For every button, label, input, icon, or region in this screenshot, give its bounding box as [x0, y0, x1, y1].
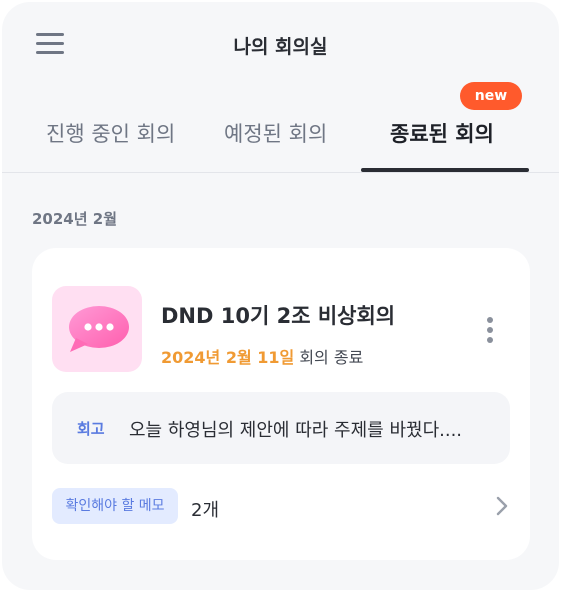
header: 나의 회의실: [2, 2, 559, 86]
meeting-end-label: 회의 종료: [294, 348, 364, 367]
meeting-date: 2024년 2월 11일: [161, 348, 295, 367]
meeting-thumbnail: [52, 286, 142, 372]
chevron-right-icon[interactable]: [494, 494, 510, 518]
retrospective-text: 오늘 하영님의 제안에 따라 주제를 바꿨다....: [129, 420, 463, 441]
new-badge: new: [460, 82, 522, 110]
page-title: 나의 회의실: [233, 36, 328, 58]
active-tab-indicator: [361, 168, 529, 172]
app-frame: 나의 회의실 진행 중인 회의 예정된 회의 종료된 회의 new 2024년 …: [2, 2, 559, 590]
tab-ended-meetings[interactable]: 종료된 회의: [390, 118, 494, 148]
chat-bubble-icon: [69, 306, 129, 352]
tab-scheduled-meetings[interactable]: 예정된 회의: [224, 118, 327, 148]
memo-to-check-chip: 확인해야 할 메모: [52, 488, 178, 524]
meeting-title: DND 10기 2조 비상회의: [161, 304, 396, 328]
meeting-status: 2024년 2월 11일 회의 종료: [161, 344, 363, 368]
memo-count: 2개: [191, 500, 220, 521]
tab-ongoing-meetings[interactable]: 진행 중인 회의: [46, 118, 175, 148]
meeting-card[interactable]: DND 10기 2조 비상회의 2024년 2월 11일 회의 종료 회고 오늘…: [32, 248, 530, 560]
retrospective-tag: 회고: [77, 420, 105, 438]
retrospective-box[interactable]: 회고 오늘 하영님의 제안에 따라 주제를 바꿨다....: [52, 392, 510, 464]
section-date-header: 2024년 2월: [32, 210, 118, 228]
more-options-icon[interactable]: [480, 314, 500, 346]
